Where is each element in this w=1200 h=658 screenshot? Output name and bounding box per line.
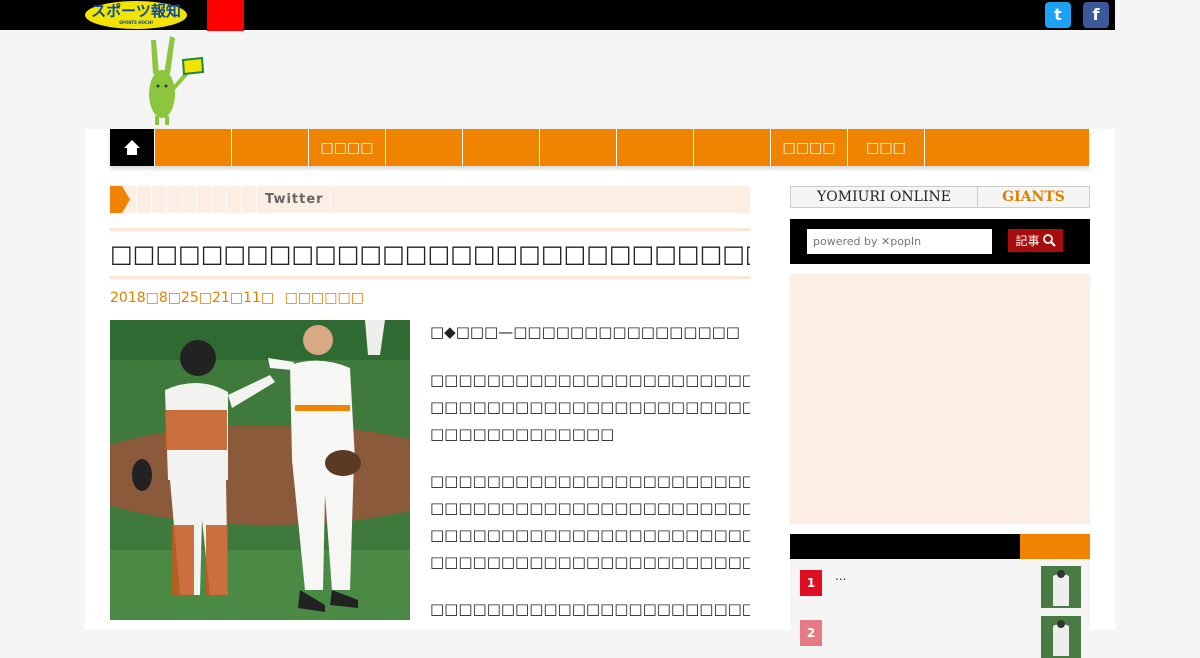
article-paragraph-3: □□□□□□□□□□□□□□□□□□□□□□□□□□□□□□□□□□□□ <box>430 596 750 623</box>
nav-item-7[interactable] <box>616 129 693 166</box>
rank-badge: 1 <box>800 570 822 596</box>
rank-badge: 2 <box>800 620 822 646</box>
article-lead: □◆□□□—□□□□□□□□□□□□□□□□ <box>430 323 740 341</box>
nav-item-10[interactable]: □□□ <box>847 129 924 166</box>
nav-item-2[interactable] <box>231 129 308 166</box>
article-paragraph-2: □□□□□□□□□□□□□□□□□□□□□□□ □□□□□□□□□□□□□ □□□… <box>430 468 750 576</box>
paragraph-line: □□□□□□□□□□□□□ <box>430 425 615 443</box>
nav-item-5[interactable] <box>462 129 539 166</box>
ranking-list: 1 ... 2 <box>790 559 1090 658</box>
title-rule-bottom <box>110 276 750 279</box>
paragraph-line: □□□□□□□□□□□□□□□□□□□□□□□□□□□□□□□□□ <box>430 371 750 389</box>
breadcrumb-separator <box>181 186 182 213</box>
site-logo[interactable]: スポーツ報知 SPORTS HOCHI <box>85 1 187 29</box>
article-source[interactable]: □□□□□□ <box>285 290 364 306</box>
breadcrumb-separator <box>196 186 197 213</box>
paragraph-line: □□□□□□□□□□□□□□□□□□□□□□□□□□□□□□□□□ <box>430 553 750 571</box>
title-rule-top <box>110 228 750 231</box>
rank-thumbnail <box>1041 616 1081 658</box>
nav-item-9[interactable]: □□□□ <box>770 129 847 166</box>
search-button[interactable]: 記事 <box>1008 229 1063 252</box>
article-paragraph-1: □□□□□□□□□□□□□□□□□□□□□□□ □□□□□□□□□□ □□□□□□… <box>430 367 750 448</box>
red-banner-block[interactable] <box>207 0 244 31</box>
breadcrumb-separator <box>151 186 152 213</box>
breadcrumb-separator <box>241 186 242 213</box>
nav-item-6[interactable] <box>539 129 616 166</box>
rank-thumbnail <box>1041 566 1081 608</box>
article-date: 2018□8□25□21□11□ <box>110 290 275 306</box>
nav-item-4[interactable] <box>385 129 462 166</box>
search-button-label: 記事 <box>1015 234 1040 248</box>
logo-subtext: SPORTS HOCHI <box>119 20 153 25</box>
nav-item-11[interactable] <box>924 129 1001 166</box>
nav-item-8[interactable] <box>693 129 770 166</box>
breadcrumb-arrow-icon <box>110 186 130 213</box>
nav-item-1[interactable] <box>154 129 231 166</box>
facebook-icon[interactable]: f <box>1083 2 1109 28</box>
search-box: 記事 <box>790 219 1090 264</box>
article-dateline: 2018□8□25□21□11□ □□□□□□ <box>110 290 364 306</box>
ad-slot[interactable] <box>790 274 1090 524</box>
breadcrumb-separator <box>136 186 137 213</box>
breadcrumb-separator <box>256 186 257 213</box>
sidebar-tabs: YOMIURI ONLINE GIANTS <box>790 186 1090 208</box>
paragraph-line: □□□□□□□□□□□□□□□□□□□□□□□□□□□□□□□□□□□□ <box>430 398 750 416</box>
ranking-header-accent[interactable] <box>1020 534 1090 559</box>
paragraph-line: □□□□□□□□□□□□□□□□□□□□□□□□□□□□□□□□□□□□ <box>430 526 750 544</box>
breadcrumb-separator <box>226 186 227 213</box>
article-photo[interactable] <box>110 320 410 620</box>
breadcrumb-separator <box>329 186 331 213</box>
main-nav: □□□□ □□□□ □□□ <box>110 129 1089 166</box>
breadcrumb-separator <box>211 186 212 213</box>
breadcrumb-separator <box>166 186 167 213</box>
search-icon <box>1042 234 1056 247</box>
page-title: □□□□□□□□□□□□□□□□□□□□□□□□□□□□□□□□□□□□□□□ <box>110 240 750 268</box>
ranking-header <box>790 534 1090 559</box>
tab-giants[interactable]: GIANTS <box>978 187 1089 207</box>
nav-item-3[interactable]: □□□□ <box>308 129 385 166</box>
search-input[interactable] <box>807 229 992 254</box>
twitter-icon[interactable]: t <box>1045 2 1071 28</box>
paragraph-line: □□□□□□□□□□□□□□□□□□□□□□□□□□□□□□□□□□□□ <box>430 499 750 517</box>
logo-text: スポーツ報知 <box>91 2 181 20</box>
home-icon[interactable] <box>110 129 154 166</box>
paragraph-line: □□□□□□□□□□□□□□□□□□□□□□□□□□□□□□□□□□□□ <box>430 600 750 618</box>
breadcrumb: Twitter <box>110 186 750 213</box>
top-bar-right-gap <box>1115 0 1200 30</box>
tab-yomiuri-online[interactable]: YOMIURI ONLINE <box>791 187 978 207</box>
breadcrumb-current[interactable]: Twitter <box>265 192 324 207</box>
mascot-icon <box>149 36 205 125</box>
rank-title: ... <box>835 569 847 583</box>
paragraph-line: □□□□□□□□□□□□□□□□□□□□□□□□□□□□□□□□□□□□ <box>430 472 750 490</box>
